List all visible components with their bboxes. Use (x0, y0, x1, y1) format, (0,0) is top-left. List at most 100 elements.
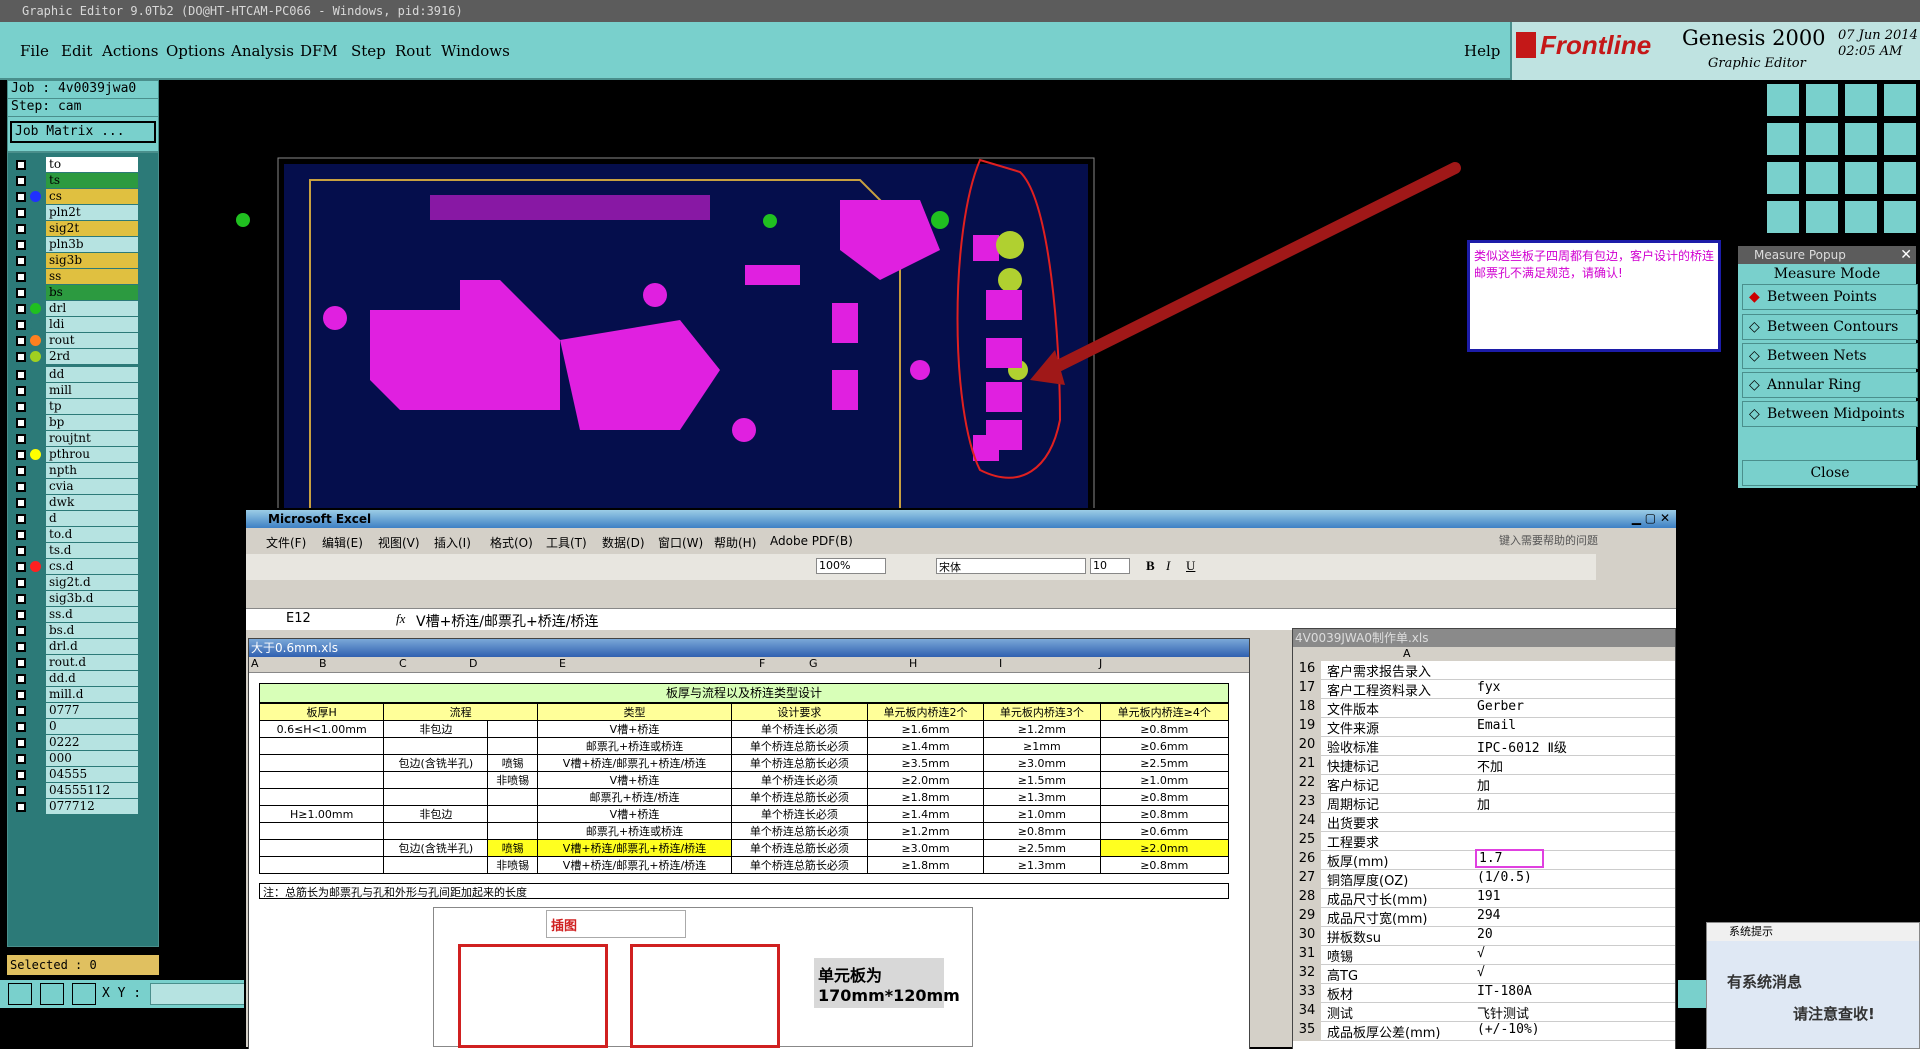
layer-checkbox[interactable] (16, 240, 26, 250)
table-cell[interactable]: ≥1.0mm (983, 805, 1101, 823)
table-cell[interactable]: 非包边 (383, 805, 489, 823)
menu-step[interactable]: Step (351, 42, 386, 60)
measure-close-button[interactable]: Close (1742, 460, 1918, 486)
menu-analysis[interactable]: Analysis (231, 42, 294, 60)
layer-row[interactable]: pln3b (10, 237, 138, 252)
table-cell[interactable] (258, 822, 385, 840)
layer-checkbox[interactable] (16, 514, 26, 524)
layer-checkbox[interactable] (16, 738, 26, 748)
layer-checkbox[interactable] (16, 642, 26, 652)
table-cell[interactable]: 单个桥连长必须 (730, 720, 868, 738)
sheet2-label[interactable]: 测试 (1327, 1003, 1353, 1022)
layer-row[interactable]: roujtnt (10, 431, 138, 446)
table-cell[interactable] (487, 737, 539, 755)
menu-actions[interactable]: Actions (102, 42, 158, 60)
table-cell[interactable]: V槽+桥连 (537, 771, 732, 789)
layer-row[interactable]: sig2t (10, 221, 138, 236)
sheet2-value[interactable]: 不加 (1477, 756, 1503, 775)
layer-row[interactable]: tp (10, 399, 138, 414)
layer-checkbox[interactable] (16, 336, 26, 346)
sheet2-label[interactable]: 板厚(mm) (1327, 851, 1388, 870)
menu-options[interactable]: Options (166, 42, 225, 60)
excel-menu-item[interactable]: 视图(V) (378, 534, 420, 551)
measure-annular-ring[interactable]: ◇ Annular Ring (1742, 372, 1918, 398)
layer-checkbox[interactable] (16, 352, 26, 362)
table-cell[interactable]: ≥0.6mm (1099, 737, 1230, 755)
table-cell[interactable] (258, 788, 385, 806)
excel-menu-item[interactable]: Adobe PDF(B) (770, 534, 853, 548)
table-cell[interactable]: 包边(含铣半孔) (383, 754, 489, 772)
tool-icon[interactable] (1804, 199, 1840, 235)
measure-between-midpoints[interactable]: ◇ Between Midpoints (1742, 401, 1918, 427)
sheet2-value[interactable]: 20 (1477, 927, 1493, 942)
sheet2-value[interactable]: 1.7 (1474, 849, 1545, 868)
excel-menu-item[interactable]: 编辑(E) (322, 534, 363, 551)
layer-row[interactable]: ts.d (10, 543, 138, 558)
column-header[interactable]: F (759, 657, 765, 670)
sheet2-value[interactable]: 191 (1477, 889, 1500, 904)
close-icon[interactable]: ✕ (1900, 247, 1912, 263)
layer-checkbox[interactable] (16, 754, 26, 764)
sheet2-label[interactable]: 验收标准 (1327, 737, 1379, 756)
tool-icon[interactable] (1843, 82, 1879, 118)
sheet2-value[interactable]: 加 (1477, 794, 1490, 813)
table-cell[interactable]: 0.6≤H<1.00mm (258, 720, 385, 738)
layer-row[interactable]: pthrou (10, 447, 138, 462)
table-cell[interactable] (383, 856, 489, 874)
layer-row[interactable]: 2rd (10, 349, 138, 364)
table-cell[interactable]: 单个桥连总筋长必须 (730, 754, 868, 772)
sheet2-label[interactable]: 成品板厚公差(mm) (1327, 1022, 1440, 1041)
layer-checkbox[interactable] (16, 802, 26, 812)
sheet2-label[interactable]: 客户需求报告录入 (1327, 661, 1431, 680)
sheet2-value[interactable]: IT-180A (1477, 984, 1532, 999)
table-cell[interactable] (487, 805, 539, 823)
table-cell[interactable] (487, 788, 539, 806)
column-header[interactable]: G (809, 657, 818, 670)
zoom-tool-icon[interactable] (8, 983, 32, 1005)
layer-checkbox[interactable] (16, 498, 26, 508)
sheet2-label[interactable]: 铜箔厚度(OZ) (1327, 870, 1408, 889)
table-cell[interactable] (383, 771, 489, 789)
layer-checkbox[interactable] (16, 690, 26, 700)
sheet2-label[interactable]: 高TG (1327, 965, 1358, 984)
menu-dfm[interactable]: DFM (300, 42, 338, 60)
table-cell[interactable]: ≥1.8mm (866, 788, 985, 806)
table-cell[interactable]: H≥1.00mm (258, 805, 385, 823)
table-cell[interactable]: ≥1.3mm (983, 788, 1101, 806)
sheet2-label[interactable]: 客户标记 (1327, 775, 1379, 794)
column-header[interactable]: A (251, 657, 259, 670)
table-cell[interactable]: 单个桥连总筋长必须 (730, 788, 868, 806)
cell-reference[interactable]: E12 (286, 611, 311, 626)
layer-row[interactable]: drl (10, 301, 138, 316)
table-cell[interactable]: 单个桥连总筋长必须 (730, 839, 868, 857)
table-cell[interactable]: ≥1.0mm (1099, 771, 1230, 789)
layer-checkbox[interactable] (16, 610, 26, 620)
layer-row[interactable]: ldi (10, 317, 138, 332)
font-select[interactable]: 宋体 (936, 558, 1086, 574)
layer-checkbox[interactable] (16, 256, 26, 266)
layer-checkbox[interactable] (16, 770, 26, 780)
layer-checkbox[interactable] (16, 224, 26, 234)
menu-file[interactable]: File (20, 42, 49, 60)
table-cell[interactable]: ≥2.0mm (1099, 839, 1230, 857)
table-cell[interactable] (258, 737, 385, 755)
layer-row[interactable]: 0 (10, 719, 138, 734)
layer-checkbox[interactable] (16, 546, 26, 556)
layer-row[interactable]: ss (10, 269, 138, 284)
menu-rout[interactable]: Rout (395, 42, 431, 60)
sheet2-label[interactable]: 成品尺寸长(mm) (1327, 889, 1427, 908)
layer-row[interactable]: cs.d (10, 559, 138, 574)
excel-menu-item[interactable]: 窗口(W) (658, 534, 703, 551)
table-cell[interactable]: V槽+桥连/邮票孔+桥连/桥连 (537, 856, 732, 874)
table-cell[interactable]: ≥0.8mm (1099, 805, 1230, 823)
table-cell[interactable]: 单个桥连总筋长必须 (730, 822, 868, 840)
layer-checkbox[interactable] (16, 674, 26, 684)
layer-row[interactable]: dd.d (10, 671, 138, 686)
menu-edit[interactable]: Edit (61, 42, 92, 60)
table-cell[interactable]: V槽+桥连 (537, 805, 732, 823)
sheet2-value[interactable]: 飞针测试 (1477, 1003, 1529, 1022)
table-cell[interactable]: V槽+桥连 (537, 720, 732, 738)
layer-row[interactable]: npth (10, 463, 138, 478)
layer-checkbox[interactable] (16, 786, 26, 796)
layer-row[interactable]: 04555 (10, 767, 138, 782)
